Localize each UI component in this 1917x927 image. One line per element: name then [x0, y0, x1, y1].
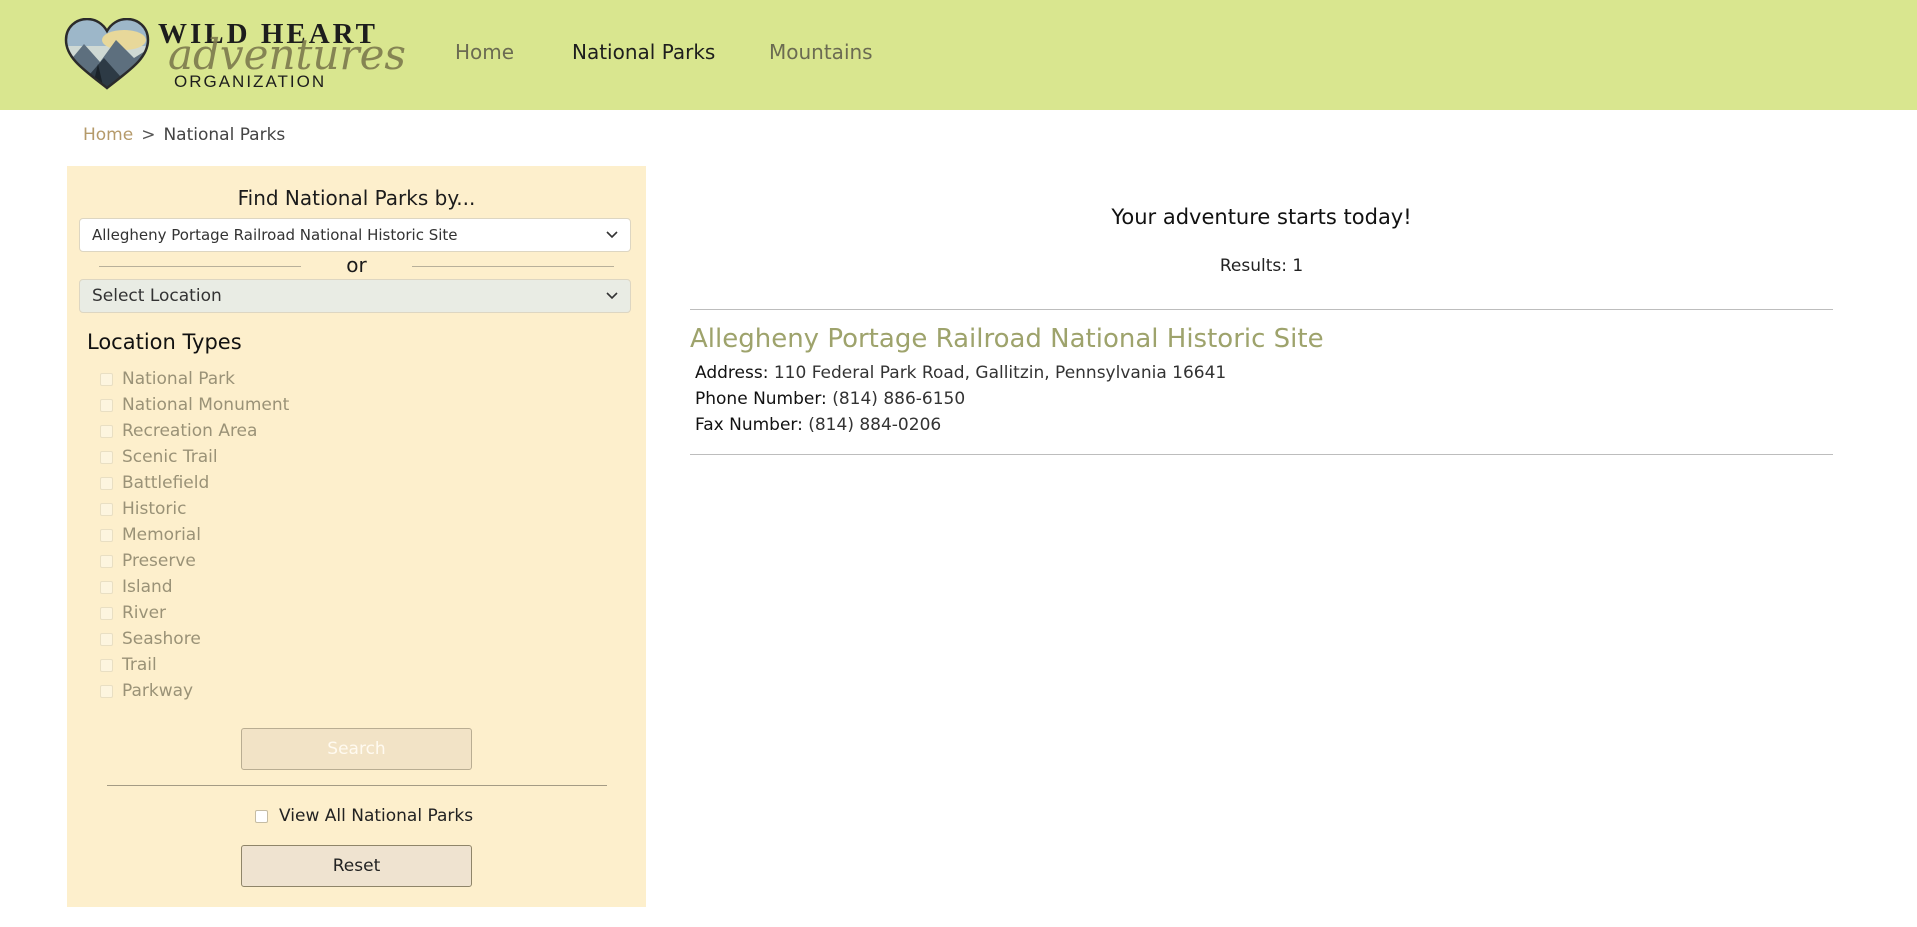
fax-label: Fax Number:: [695, 415, 803, 435]
reset-button[interactable]: Reset: [241, 845, 472, 887]
results-divider-bottom: [690, 454, 1833, 455]
location-type-label: River: [122, 603, 167, 623]
location-type-checkbox[interactable]: [100, 607, 113, 620]
results-count: Results: 1: [1219, 256, 1304, 276]
park-select-value: Allegheny Portage Railroad National Hist…: [92, 226, 458, 244]
location-type-label: Memorial: [122, 525, 201, 545]
location-type-checkbox[interactable]: [100, 425, 113, 438]
result-park-name-link[interactable]: Allegheny Portage Railroad National Hist…: [690, 324, 1324, 354]
or-divider: or: [67, 253, 646, 279]
results-heading: Your adventure starts today!: [1111, 205, 1412, 229]
location-type-checkbox[interactable]: [100, 581, 113, 594]
location-type-checkbox[interactable]: [100, 373, 113, 386]
chevron-down-icon: [606, 219, 618, 251]
heart-logo-icon: [64, 18, 150, 90]
result-fax: Fax Number: (814) 884-0206: [695, 415, 941, 435]
location-types-title: Location Types: [87, 330, 242, 354]
nav-home[interactable]: Home: [455, 40, 514, 64]
location-type-label: Island: [122, 577, 173, 597]
view-all-checkbox[interactable]: [255, 810, 268, 823]
location-type-label: Historic: [122, 499, 187, 519]
or-label: or: [346, 253, 367, 277]
nav-mountains[interactable]: Mountains: [769, 40, 873, 64]
breadcrumb-separator: >: [141, 125, 156, 145]
find-title: Find National Parks by...: [237, 186, 476, 210]
nav-national-parks[interactable]: National Parks: [572, 40, 715, 64]
location-type-label: National Monument: [122, 395, 290, 415]
location-type-checkbox[interactable]: [100, 451, 113, 464]
location-type-label: Scenic Trail: [122, 447, 218, 467]
location-type-checkbox[interactable]: [100, 555, 113, 568]
location-type-label: National Park: [122, 369, 235, 389]
search-button[interactable]: Search: [241, 728, 472, 770]
search-sidebar: Find National Parks by... Allegheny Port…: [67, 166, 646, 907]
location-type-checkbox[interactable]: [100, 685, 113, 698]
result-phone: Phone Number: (814) 886-6150: [695, 389, 965, 409]
chevron-down-icon: [606, 280, 618, 312]
location-type-label: Parkway: [122, 681, 194, 701]
view-all-label: View All National Parks: [279, 806, 474, 826]
phone-label: Phone Number:: [695, 389, 827, 409]
address-label: Address:: [695, 363, 769, 383]
location-type-checkbox[interactable]: [100, 529, 113, 542]
location-type-checkbox[interactable]: [100, 477, 113, 490]
location-select[interactable]: Select Location: [79, 279, 631, 313]
location-type-label: Trail: [122, 655, 157, 675]
sidebar-divider: [107, 785, 607, 786]
logo-subtitle: ORGANIZATION: [174, 72, 327, 91]
address-value: 110 Federal Park Road, Gallitzin, Pennsy…: [773, 363, 1227, 383]
location-select-value: Select Location: [92, 286, 222, 306]
site-logo[interactable]: WILD HEART adventures ORGANIZATION: [64, 16, 406, 96]
park-select[interactable]: Allegheny Portage Railroad National Hist…: [79, 218, 631, 252]
result-address: Address: 110 Federal Park Road, Gallitzi…: [695, 363, 1226, 383]
breadcrumb: Home > National Parks: [83, 125, 285, 145]
results-divider-top: [690, 309, 1833, 310]
location-type-label: Seashore: [122, 629, 201, 649]
location-type-label: Battlefield: [122, 473, 210, 493]
site-header: WILD HEART adventures ORGANIZATION Home …: [0, 0, 1917, 110]
location-type-checkbox[interactable]: [100, 503, 113, 516]
breadcrumb-current: National Parks: [163, 125, 286, 145]
location-type-label: Recreation Area: [122, 421, 258, 441]
breadcrumb-home-link[interactable]: Home: [83, 125, 133, 145]
location-type-checkbox[interactable]: [100, 659, 113, 672]
view-all-option[interactable]: View All National Parks: [255, 806, 473, 826]
location-type-checkbox[interactable]: [100, 633, 113, 646]
fax-value: (814) 884-0206: [808, 415, 942, 435]
location-type-checkbox[interactable]: [100, 399, 113, 412]
location-type-label: Preserve: [122, 551, 196, 571]
phone-value: (814) 886-6150: [832, 389, 966, 409]
